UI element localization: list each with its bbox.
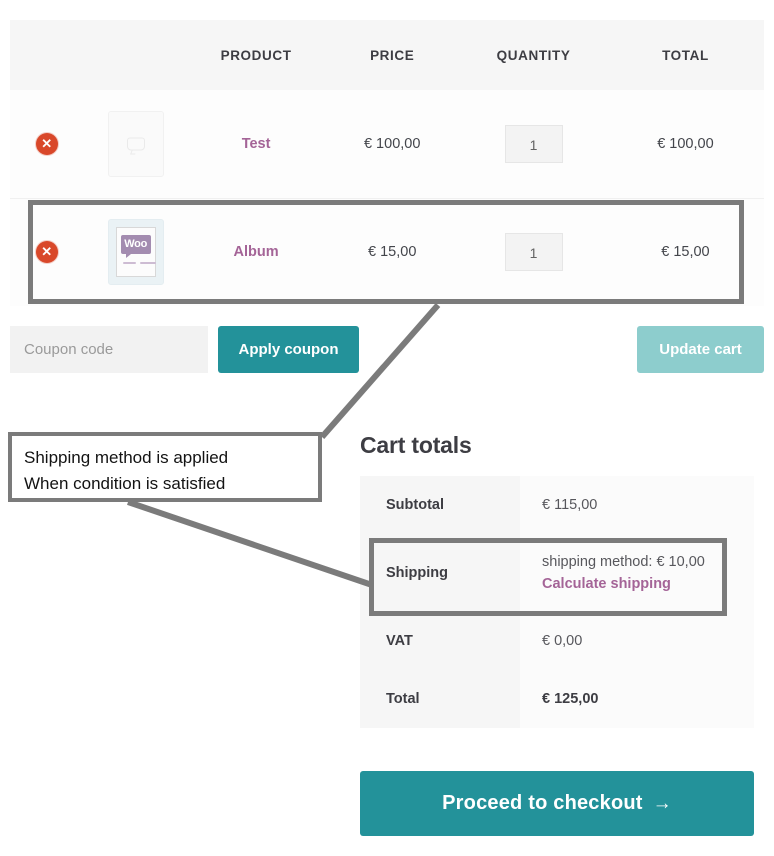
- arrow-right-icon: →: [652, 793, 672, 814]
- header-price: PRICE: [370, 47, 415, 63]
- cell-quantity: 1: [460, 197, 607, 306]
- cell-total: € 100,00: [606, 90, 764, 198]
- cell-remove: ✕: [10, 90, 84, 198]
- coupon-code-input[interactable]: [10, 326, 208, 373]
- woo-card-graphic: Woo: [115, 227, 156, 278]
- annotation-line-2: When condition is satisfied: [24, 474, 226, 493]
- total-label: Total: [360, 670, 520, 728]
- cart-items-table: PRODUCT PRICE QUANTITY TOTAL ✕ Test € 10…: [10, 20, 764, 306]
- checkout-label: Proceed to checkout: [442, 792, 643, 814]
- totals-row-total: Total € 125,00: [360, 670, 754, 728]
- table-row: ✕ Test € 100,00 1 € 100,00: [10, 90, 764, 198]
- totals-row-shipping: Shipping shipping method: € 10,00 Calcul…: [360, 534, 754, 612]
- woo-album-image[interactable]: Woo: [107, 219, 164, 286]
- annotation-line-1: Shipping method is applied: [24, 448, 229, 467]
- placeholder-glyph-icon: [126, 137, 145, 151]
- totals-row-subtotal: Subtotal € 115,00: [360, 476, 754, 534]
- coupon-actions-row: Apply coupon Update cart: [10, 326, 764, 374]
- total-value: € 125,00: [542, 691, 599, 707]
- quantity-input[interactable]: 1: [504, 233, 563, 272]
- cell-thumbnail: Woo: [83, 197, 189, 306]
- shipping-label: Shipping: [360, 534, 520, 612]
- woo-decor-line: [139, 262, 156, 265]
- quantity-input[interactable]: 1: [504, 124, 563, 163]
- cart-header-row: PRODUCT PRICE QUANTITY TOTAL: [10, 20, 764, 90]
- product-name-link[interactable]: Album: [234, 244, 279, 260]
- apply-coupon-button[interactable]: Apply coupon: [218, 326, 359, 373]
- cart-page: PRODUCT PRICE QUANTITY TOTAL ✕ Test € 10…: [0, 0, 774, 856]
- update-cart-button[interactable]: Update cart: [637, 326, 764, 373]
- shipping-cell: shipping method: € 10,00 Calculate shipp…: [520, 534, 754, 612]
- cell-price: € 15,00: [324, 197, 461, 306]
- subtotal-label: Subtotal: [360, 476, 520, 534]
- annotation-callout: Shipping method is applied When conditio…: [8, 432, 322, 502]
- header-product: PRODUCT: [220, 47, 292, 63]
- proceed-to-checkout-button[interactable]: Proceed to checkout →: [360, 771, 754, 836]
- totals-row-vat: VAT € 0,00: [360, 612, 754, 670]
- vat-value: € 0,00: [542, 633, 583, 649]
- cart-totals-heading: Cart totals: [360, 432, 472, 458]
- cell-remove: ✕: [10, 197, 84, 306]
- cell-total: € 15,00: [606, 197, 764, 306]
- cell-quantity: 1: [460, 90, 607, 198]
- calculate-shipping-link[interactable]: Calculate shipping: [542, 573, 754, 595]
- cell-product: Album: [188, 197, 325, 306]
- cart-totals-table: Subtotal € 115,00 Shipping shipping meth…: [360, 476, 754, 728]
- woo-decor-line: [122, 262, 136, 265]
- remove-x-icon[interactable]: ✕: [35, 132, 58, 155]
- cell-price: € 100,00: [324, 90, 461, 198]
- woo-logo-label: Woo: [120, 235, 151, 259]
- subtotal-value: € 115,00: [542, 497, 598, 513]
- connector-line-to-shipping-row: [127, 499, 373, 588]
- header-thumbnail: [83, 20, 188, 90]
- cart-table-body: ✕ Test € 100,00 1 € 100,00 ✕ Woo Album €…: [10, 90, 764, 306]
- header-quantity: QUANTITY: [496, 47, 571, 63]
- shipping-method-value: shipping method: € 10,00: [542, 554, 705, 570]
- cart-table-header: PRODUCT PRICE QUANTITY TOTAL: [10, 20, 764, 90]
- table-row: ✕ Woo Album € 15,00 1 € 15,00: [10, 197, 764, 306]
- cell-product: Test: [188, 90, 325, 198]
- remove-x-icon[interactable]: ✕: [35, 241, 58, 264]
- header-total: TOTAL: [662, 47, 709, 63]
- product-placeholder-image[interactable]: [107, 110, 164, 177]
- product-name-link[interactable]: Test: [242, 136, 271, 152]
- vat-label: VAT: [360, 612, 520, 670]
- cell-thumbnail: [83, 90, 189, 198]
- header-remove: [10, 20, 83, 90]
